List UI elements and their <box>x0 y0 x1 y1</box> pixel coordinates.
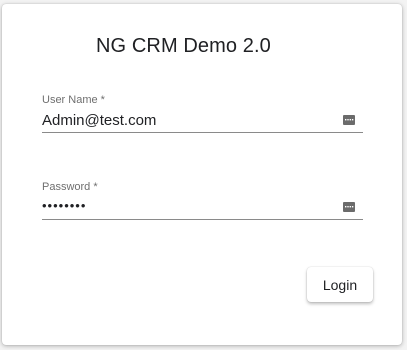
keyboard-icon[interactable] <box>343 202 355 212</box>
password-input[interactable]: •••••••• <box>42 197 363 220</box>
keyboard-icon[interactable] <box>343 115 355 125</box>
login-button[interactable]: Login <box>307 267 373 302</box>
login-card: NG CRM Demo 2.0 User Name * Admin@test.c… <box>2 4 402 345</box>
page-title: NG CRM Demo 2.0 <box>96 35 271 57</box>
password-field[interactable]: Password * •••••••• <box>42 181 363 220</box>
username-value: Admin@test.com <box>42 112 157 129</box>
username-label: User Name * <box>42 94 105 106</box>
username-input[interactable]: Admin@test.com <box>42 110 363 133</box>
password-label: Password * <box>42 181 98 193</box>
password-value: •••••••• <box>42 198 87 213</box>
username-field[interactable]: User Name * Admin@test.com <box>42 94 363 133</box>
